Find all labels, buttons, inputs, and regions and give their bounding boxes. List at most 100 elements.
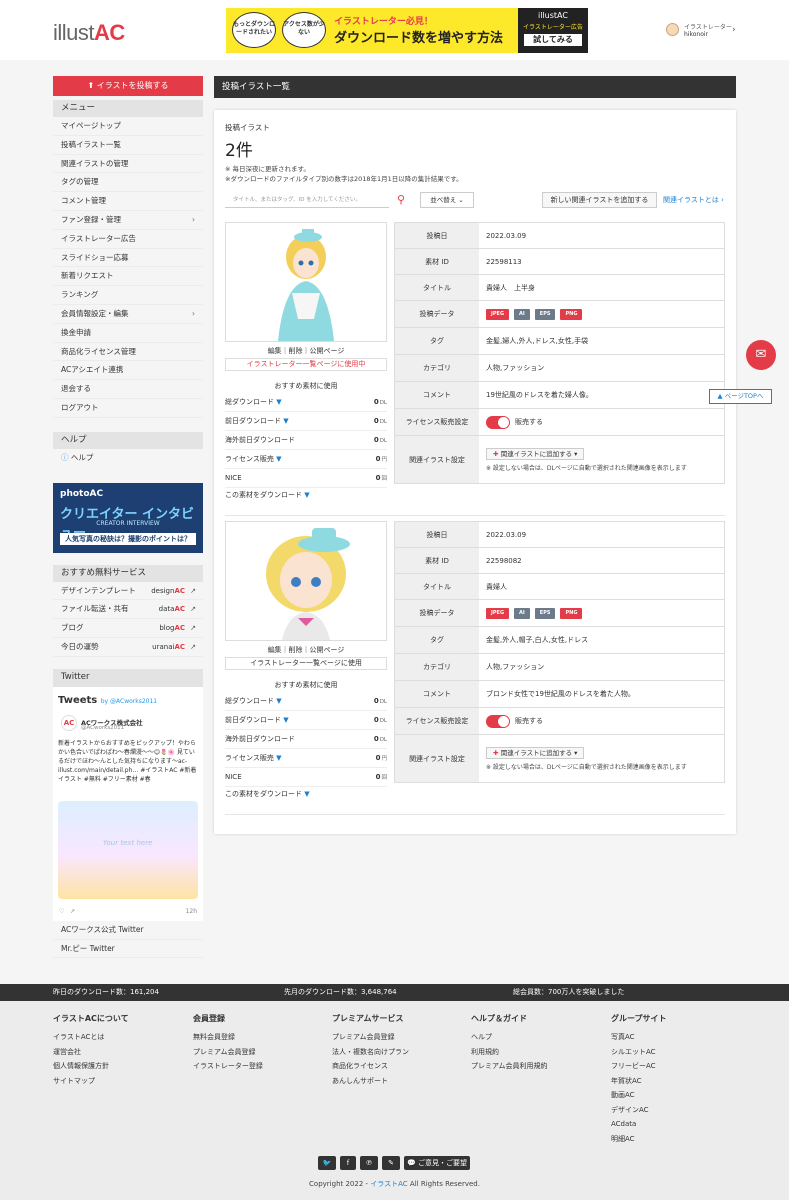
twitter-timeline[interactable]: Tweets by @ACworks2011 AC ACワークス株式会社 @AC… <box>53 686 203 905</box>
search-input[interactable]: タイトル、またはタッグ、ID を入力してください。 <box>225 192 389 208</box>
illustration-thumbnail[interactable] <box>225 222 387 342</box>
feedback-button[interactable]: 💬 ご意見・ご要望 <box>404 1156 470 1170</box>
footer-link[interactable]: プレミアム会員登録 <box>332 1030 462 1045</box>
add-related-illustration-button[interactable]: ✚ 関連イラストに追加する ▾ <box>486 447 585 460</box>
user-menu[interactable]: イラストレーター hikonoir › <box>666 21 776 41</box>
license-toggle[interactable] <box>486 714 510 728</box>
sidebar-menu-item[interactable]: 退会する <box>53 380 203 399</box>
facebook-icon[interactable]: f <box>340 1156 356 1170</box>
footer-link[interactable]: 動画AC <box>611 1088 741 1103</box>
twitter-link[interactable]: ACワークス公式 Twitter <box>53 921 203 940</box>
item-actions[interactable]: 編集｜削除｜公開ページ <box>225 643 387 657</box>
service-link[interactable]: ブログ blogAC ↗ <box>53 619 203 638</box>
heart-icon[interactable]: ♡ <box>59 908 64 915</box>
sidebar-menu-item[interactable]: スライドショー応募 <box>53 249 203 268</box>
service-label: ファイル転送・共有 <box>61 604 129 614</box>
footer-link[interactable]: サイトマップ <box>53 1074 183 1089</box>
footer-link[interactable]: プレミアム会員利用規約 <box>471 1059 601 1074</box>
footer-link[interactable]: 明細AC <box>611 1132 741 1147</box>
caret-down-icon[interactable]: ▼ <box>274 697 281 705</box>
share-icon[interactable]: ↗ <box>70 908 75 915</box>
sidebar-menu-item[interactable]: ACアシエイト連携 <box>53 361 203 381</box>
banner-cta-button[interactable]: 試してみる <box>524 34 582 46</box>
sidebar-item-help[interactable]: ⓘ ヘルプ <box>53 449 203 468</box>
footer-link[interactable]: 個人情報保護方針 <box>53 1059 183 1074</box>
sidebar-menu-item[interactable]: タグの管理 <box>53 173 203 193</box>
format-badge[interactable]: PNG <box>560 607 583 619</box>
sidebar-menu-item[interactable]: ランキング <box>53 286 203 305</box>
format-badge[interactable]: AI <box>514 308 530 320</box>
format-badge[interactable]: JPEG <box>486 607 510 619</box>
messenger-icon[interactable]: ✉ <box>746 340 776 370</box>
sidebar-menu-item[interactable]: マイページトップ <box>53 117 203 136</box>
sidebar-menu-item[interactable]: コメント管理 <box>53 192 203 211</box>
footer-link[interactable]: 運営会社 <box>53 1045 183 1060</box>
service-link[interactable]: ファイル転送・共有 dataAC ↗ <box>53 600 203 620</box>
footer-link[interactable]: デザインAC <box>611 1103 741 1118</box>
sidebar-menu-item[interactable]: ファン登録・管理 › <box>53 211 203 230</box>
footer-link[interactable]: ACdata <box>611 1117 741 1132</box>
stat-value: 0DL <box>373 398 387 406</box>
format-badge[interactable]: EPS <box>534 308 556 320</box>
service-link[interactable]: デザインテンプレート designAC ↗ <box>53 582 203 601</box>
sort-dropdown[interactable]: 並べ替え ⌄ <box>420 192 474 208</box>
sidebar-menu-item[interactable]: 新着リクエスト <box>53 267 203 287</box>
footer-link[interactable]: 無料会員登録 <box>193 1030 323 1045</box>
sidebar-menu-item[interactable]: 投稿イラスト一覧 <box>53 136 203 155</box>
promo-banner[interactable]: もっとダウンロードされたい アクセス数が少ない イラストレーター必見！ ダウンロ… <box>226 8 588 53</box>
add-related-illustration-button[interactable]: ✚ 関連イラストに追加する ▾ <box>486 746 585 759</box>
download-link[interactable]: この素材をダウンロード ▼ <box>225 789 310 799</box>
sidebar-menu-item[interactable]: ログアウト <box>53 399 203 418</box>
footer-link[interactable]: 商品化ライセンス <box>332 1059 462 1074</box>
footer-link[interactable]: シルエットAC <box>611 1045 741 1060</box>
format-badge[interactable]: AI <box>514 607 530 619</box>
sidebar-menu-item[interactable]: 商品化ライセンス管理 <box>53 343 203 362</box>
used-in-list-button[interactable]: イラストレーター一覧ページに使用 <box>225 657 387 670</box>
caret-down-icon[interactable]: ▼ <box>281 417 288 425</box>
license-toggle[interactable] <box>486 415 510 429</box>
footer-link[interactable]: イラストレーター登録 <box>193 1059 323 1074</box>
tweet-image[interactable]: Your text here <box>58 800 198 899</box>
edit-icon[interactable]: ✎ <box>382 1156 400 1170</box>
item-count: 2件 <box>225 141 253 161</box>
illustration-thumbnail[interactable] <box>225 521 387 641</box>
service-link[interactable]: 今日の運勢 uranaiAC ↗ <box>53 638 203 657</box>
format-badge[interactable]: JPEG <box>486 308 510 320</box>
pinterest-icon[interactable]: ℗ <box>360 1156 378 1170</box>
post-illustration-button[interactable]: ⬆ イラストを投稿する <box>53 76 203 96</box>
sidebar-menu-item[interactable]: 会員情報設定・編集 › <box>53 305 203 324</box>
footer-link[interactable]: プレミアム会員登録 <box>193 1045 323 1060</box>
site-logo[interactable]: illustAC <box>53 20 125 46</box>
footer-link[interactable]: 利用規約 <box>471 1045 601 1060</box>
search-icon[interactable]: ⚲ <box>389 192 413 208</box>
caret-down-icon[interactable]: ▼ <box>281 716 288 724</box>
sidebar-menu-item[interactable]: 換金申請 <box>53 324 203 343</box>
twitter-icon[interactable]: 🐦 <box>318 1156 336 1170</box>
footer-link[interactable]: 写真AC <box>611 1030 741 1045</box>
footer-column: プレミアムサービス プレミアム会員登録 法人・複数名向けプラン 商品化ライセンス あんし… <box>332 1013 462 1088</box>
format-badge[interactable]: EPS <box>534 607 556 619</box>
caret-down-icon[interactable]: ▼ <box>274 754 281 762</box>
caret-down-icon[interactable]: ▼ <box>274 455 281 463</box>
photoac-interview-ad[interactable]: photoAC クリエイター インタビュー CREATOR INTERVIEW … <box>53 482 203 553</box>
footer-link[interactable]: イラストACとは <box>53 1030 183 1045</box>
footer-link[interactable]: あんしんサポート <box>332 1074 462 1089</box>
item-actions[interactable]: 編集｜削除｜公開ページ <box>225 344 387 358</box>
footer-link[interactable]: 年賀状AC <box>611 1074 741 1089</box>
used-in-list-button[interactable]: イラストレーター一覧ページに使用中 <box>225 358 387 371</box>
footer-link[interactable]: ヘルプ <box>471 1030 601 1045</box>
twitter-link[interactable]: Mr.ピー Twitter <box>53 940 203 959</box>
main-panel: 投稿イラスト一覧 <box>214 76 736 98</box>
download-link[interactable]: この素材をダウンロード ▼ <box>225 490 310 500</box>
sidebar-menu-item[interactable]: イラストレーター広告 <box>53 230 203 249</box>
related-help-link[interactable]: 関連イラストとは › <box>663 192 724 208</box>
footer-link[interactable]: 法人・複数名向けプラン <box>332 1045 462 1060</box>
help-label: ヘルプ <box>70 452 94 462</box>
caret-down-icon[interactable]: ▼ <box>274 398 281 406</box>
add-related-button[interactable]: 新しい関連イラストを追加する <box>542 192 657 208</box>
sidebar-menu-item[interactable]: 関連イラストの管理 <box>53 155 203 174</box>
page-top-button[interactable]: ▲ ページTOPへ <box>709 389 772 404</box>
copyright-link[interactable]: イラストAC <box>370 1180 407 1188</box>
format-badge[interactable]: PNG <box>560 308 583 320</box>
footer-link[interactable]: フリービーAC <box>611 1059 741 1074</box>
